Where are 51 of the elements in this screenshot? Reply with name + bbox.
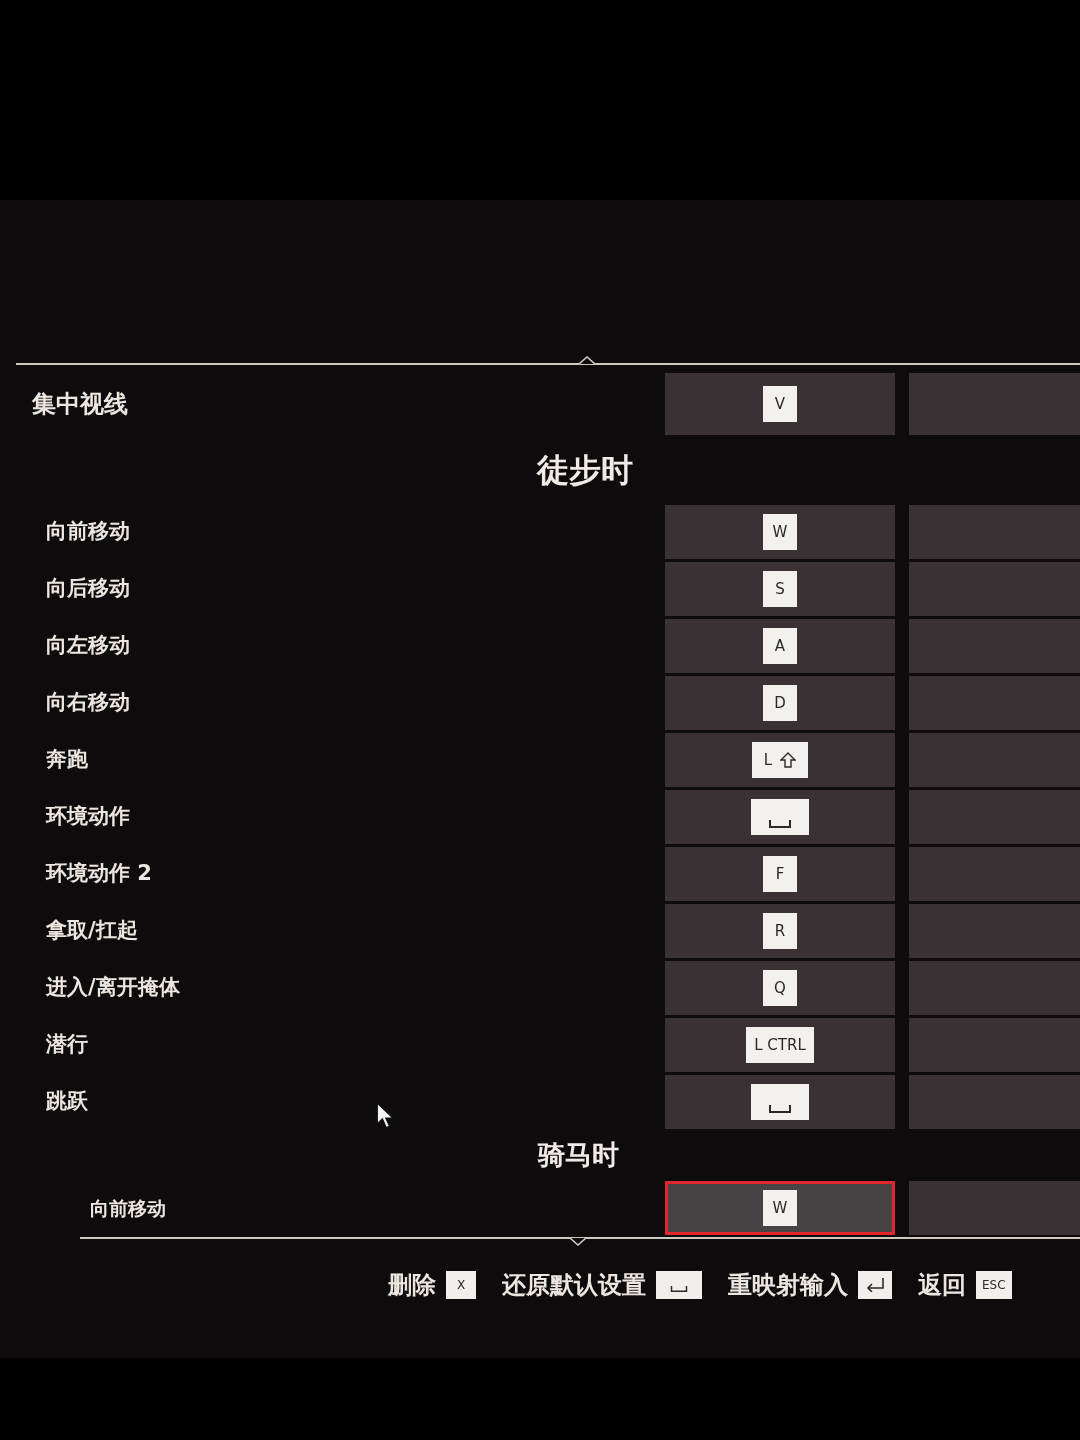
binding-slot[interactable]: L [665, 733, 895, 787]
action-label: 向后移动 [46, 576, 130, 601]
binding-slot[interactable]: V [665, 373, 895, 435]
key-label: L [763, 749, 773, 771]
binding-slot[interactable]: A [665, 619, 895, 673]
section-heading: 徒步时 [537, 450, 633, 491]
mouse-pointer-icon [376, 1102, 394, 1130]
binding-slot[interactable]: R [665, 904, 895, 958]
binding-slot[interactable]: F [665, 847, 895, 901]
binding-slot[interactable]: Q [665, 961, 895, 1015]
key-cap: D [763, 685, 797, 721]
key-cap: Q [763, 970, 797, 1006]
action-label: 环境动作 2 [46, 861, 152, 886]
action-label: 向前移动 [46, 519, 130, 544]
action-label: 环境动作 [46, 804, 130, 829]
key-cap: V [763, 386, 797, 422]
shift-arrow-icon [780, 752, 797, 768]
key-cap: A [763, 628, 797, 664]
action-label: 奔跑 [46, 747, 88, 772]
action-label: 集中视线 [32, 390, 128, 418]
action-label: 跳跃 [46, 1089, 88, 1114]
key-cap: S [763, 571, 797, 607]
action-label: 向左移动 [46, 633, 130, 658]
space-bar-icon [769, 820, 791, 828]
prompt-label[interactable]: 还原默认设置 [502, 1267, 646, 1303]
binding-slot[interactable] [665, 1075, 895, 1129]
key-cap: F [763, 856, 797, 892]
action-label: 向右移动 [46, 690, 130, 715]
prompt-label[interactable]: 返回 [918, 1267, 966, 1303]
binding-slot[interactable]: W [665, 1181, 895, 1235]
action-label: 进入/离开掩体 [46, 975, 180, 1000]
key-cap: W [763, 1190, 797, 1226]
space-bar-icon [769, 1105, 791, 1113]
section-heading: 骑马时 [537, 1137, 619, 1172]
action-label: 潜行 [46, 1032, 88, 1057]
prompt-label[interactable]: 删除 [388, 1267, 436, 1303]
binding-slot[interactable]: D [665, 676, 895, 730]
key-cap: X [446, 1271, 476, 1299]
key-cap: ESC [976, 1271, 1012, 1299]
action-label: 拿取/扛起 [46, 918, 138, 943]
binding-slot[interactable] [665, 790, 895, 844]
binding-slot[interactable]: L CTRL [665, 1018, 895, 1072]
prompt-label[interactable]: 重映射输入 [728, 1267, 848, 1303]
enter-key-icon [865, 1278, 885, 1292]
key-cap: L CTRL [746, 1027, 814, 1063]
key-cap: W [763, 514, 797, 550]
space-bar-icon [670, 1286, 688, 1292]
binding-slot[interactable]: S [665, 562, 895, 616]
binding-slot[interactable]: W [665, 505, 895, 559]
action-label: 向前移动 [90, 1196, 166, 1219]
key-cap: R [763, 913, 797, 949]
